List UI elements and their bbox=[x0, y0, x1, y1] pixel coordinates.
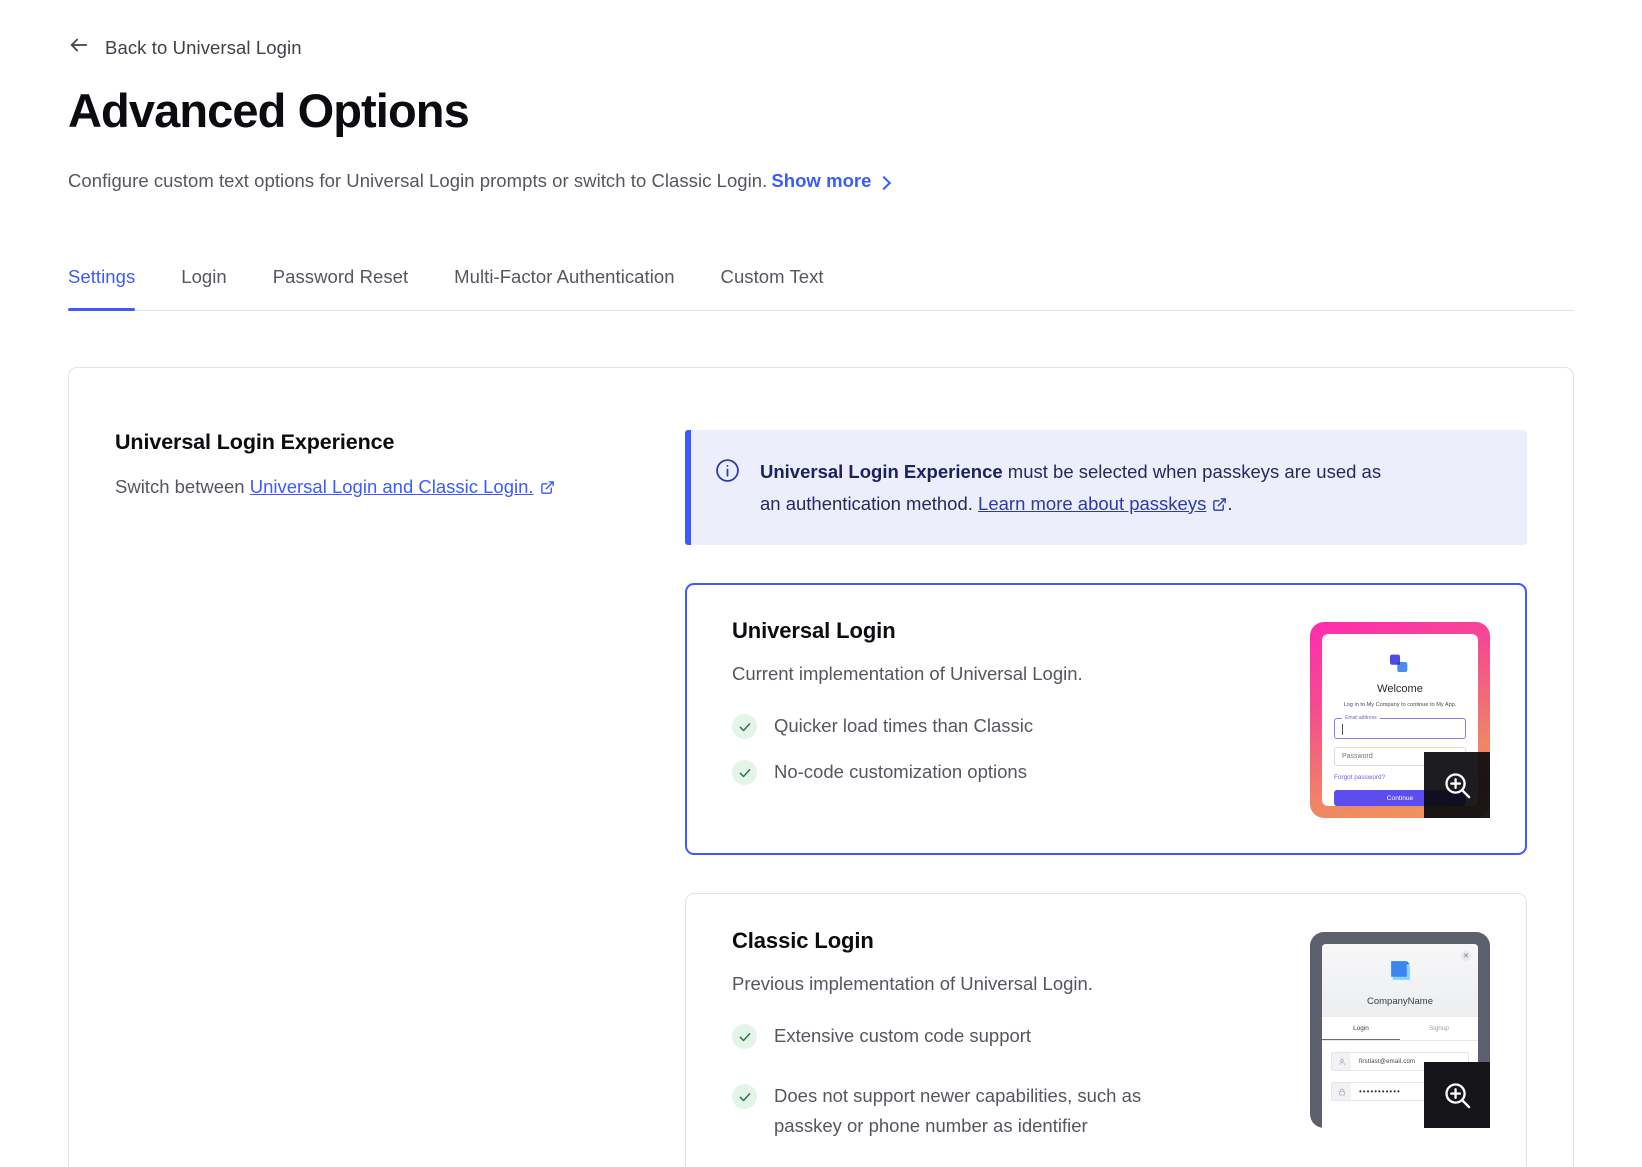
preview-welcome-text: Welcome bbox=[1377, 683, 1423, 696]
option-card-classic-login[interactable]: Classic Login Previous implementation of… bbox=[685, 893, 1527, 1167]
page-subtitle: Configure custom text options for Univer… bbox=[68, 170, 1574, 192]
feature-list-classic-login: Extensive custom code support Does not s… bbox=[732, 1021, 1290, 1141]
zoom-in-icon[interactable] bbox=[1424, 1062, 1490, 1129]
settings-panel: Universal Login Experience Switch betwee… bbox=[68, 366, 1574, 1167]
check-icon bbox=[732, 1024, 757, 1050]
preview-forgot-password-link: Forgot password? bbox=[1334, 773, 1386, 781]
option-body-universal-login: Universal Login Current implementation o… bbox=[732, 618, 1290, 787]
arrow-left-icon bbox=[68, 34, 90, 61]
passkeys-info-banner: Universal Login Experience must be selec… bbox=[685, 429, 1527, 546]
user-icon bbox=[1332, 1053, 1351, 1071]
feature-item: Quicker load times than Classic bbox=[732, 711, 1290, 741]
check-icon bbox=[732, 760, 757, 786]
preview-email-legend: Email address bbox=[1342, 715, 1380, 722]
option-title-universal-login: Universal Login bbox=[732, 618, 896, 644]
feature-list-universal-login: Quicker load times than Classic No-code … bbox=[732, 711, 1290, 787]
classic-preview-email-value: firstlast@email.com bbox=[1359, 1058, 1416, 1065]
tab-bar: Settings Login Password Reset Multi-Fact… bbox=[68, 266, 1574, 311]
show-more-link[interactable]: Show more bbox=[771, 169, 891, 191]
option-description-classic-login: Previous implementation of Universal Log… bbox=[732, 973, 1093, 995]
tab-password-reset-label: Password Reset bbox=[272, 265, 409, 287]
tab-login-label: Login bbox=[181, 265, 227, 287]
section-description-prefix: Switch between bbox=[115, 475, 250, 497]
option-description-universal-login: Current implementation of Universal Logi… bbox=[732, 663, 1083, 685]
chevron-right-icon bbox=[876, 175, 891, 190]
feature-item: Does not support newer capabilities, suc… bbox=[732, 1081, 1290, 1141]
external-link-icon bbox=[540, 478, 555, 494]
feature-label: Extensive custom code support bbox=[774, 1025, 1032, 1047]
show-more-label: Show more bbox=[771, 169, 872, 191]
classic-preview-company-name: CompanyName bbox=[1367, 996, 1433, 1008]
classic-preview-password-value: ••••••••••• bbox=[1359, 1087, 1401, 1097]
universal-and-classic-login-link[interactable]: Universal Login and Classic Login. bbox=[250, 476, 534, 497]
feature-item: No-code customization options bbox=[732, 757, 1290, 787]
tab-custom-text[interactable]: Custom Text bbox=[721, 266, 824, 310]
tab-mfa-label: Multi-Factor Authentication bbox=[454, 265, 675, 287]
feature-label: Does not support newer capabilities, suc… bbox=[774, 1085, 1142, 1137]
page-title: Advanced Options bbox=[68, 84, 470, 137]
preview-thumbnail-universal-login[interactable]: Welcome Log in to My Company to continue… bbox=[1310, 622, 1490, 819]
classic-preview-tabs: Login Signup bbox=[1322, 1017, 1478, 1042]
feature-item: Extensive custom code support bbox=[732, 1021, 1290, 1051]
info-circle-icon bbox=[715, 456, 740, 488]
check-icon bbox=[732, 1084, 757, 1110]
option-title-classic-login: Classic Login bbox=[732, 928, 874, 954]
lock-icon bbox=[1332, 1083, 1351, 1101]
preview-text-caret bbox=[1342, 724, 1343, 736]
feature-label: No-code customization options bbox=[774, 761, 1027, 783]
advanced-options-page: Back to Universal Login Advanced Options… bbox=[0, 34, 1642, 1167]
panel-left-column: Universal Login Experience Switch betwee… bbox=[115, 430, 685, 1167]
tab-settings[interactable]: Settings bbox=[68, 265, 136, 311]
info-banner-bold-lead: Universal Login Experience bbox=[760, 460, 1003, 482]
section-description: Switch between Universal Login and Class… bbox=[115, 476, 685, 498]
zoom-in-icon[interactable] bbox=[1424, 752, 1490, 819]
external-link-icon bbox=[1212, 490, 1227, 511]
panel-right-column: Universal Login Experience must be selec… bbox=[685, 429, 1527, 1167]
tab-password-reset[interactable]: Password Reset bbox=[273, 266, 408, 310]
learn-more-about-passkeys-link[interactable]: Learn more about passkeys bbox=[978, 493, 1206, 514]
tab-custom-text-label: Custom Text bbox=[720, 265, 824, 287]
back-to-universal-login-link[interactable]: Back to Universal Login bbox=[68, 34, 302, 61]
preview-thumbnail-classic-login[interactable]: ✕ CompanyName Login Signup firstlast@ema… bbox=[1310, 932, 1490, 1129]
option-card-universal-login[interactable]: Universal Login Current implementation o… bbox=[685, 583, 1527, 856]
info-banner-text: Universal Login Experience must be selec… bbox=[760, 456, 1400, 520]
brand-logo-icon bbox=[1389, 654, 1408, 673]
preview-email-field: Email address bbox=[1334, 715, 1466, 739]
tab-multi-factor-authentication[interactable]: Multi-Factor Authentication bbox=[454, 266, 674, 310]
check-icon bbox=[732, 714, 757, 740]
preview-subtitle-text: Log in to My Company to continue to My A… bbox=[1343, 702, 1457, 709]
tab-settings-label: Settings bbox=[68, 265, 136, 287]
tab-login[interactable]: Login bbox=[181, 266, 227, 310]
feature-label: Quicker load times than Classic bbox=[774, 715, 1034, 737]
classic-preview-header: ✕ CompanyName bbox=[1322, 944, 1478, 1018]
preview-password-placeholder: Password bbox=[1342, 752, 1373, 760]
info-banner-end-text: . bbox=[1227, 492, 1233, 514]
section-title: Universal Login Experience bbox=[115, 429, 395, 454]
page-subtitle-text: Configure custom text options for Univer… bbox=[68, 169, 768, 191]
classic-preview-tab-signup: Signup bbox=[1429, 1025, 1449, 1033]
back-link-label: Back to Universal Login bbox=[105, 36, 302, 58]
close-icon: ✕ bbox=[1461, 951, 1471, 962]
option-body-classic-login: Classic Login Previous implementation of… bbox=[732, 928, 1290, 1141]
classic-preview-tab-login: Login bbox=[1322, 1017, 1400, 1041]
company-logo-icon bbox=[1390, 961, 1410, 981]
